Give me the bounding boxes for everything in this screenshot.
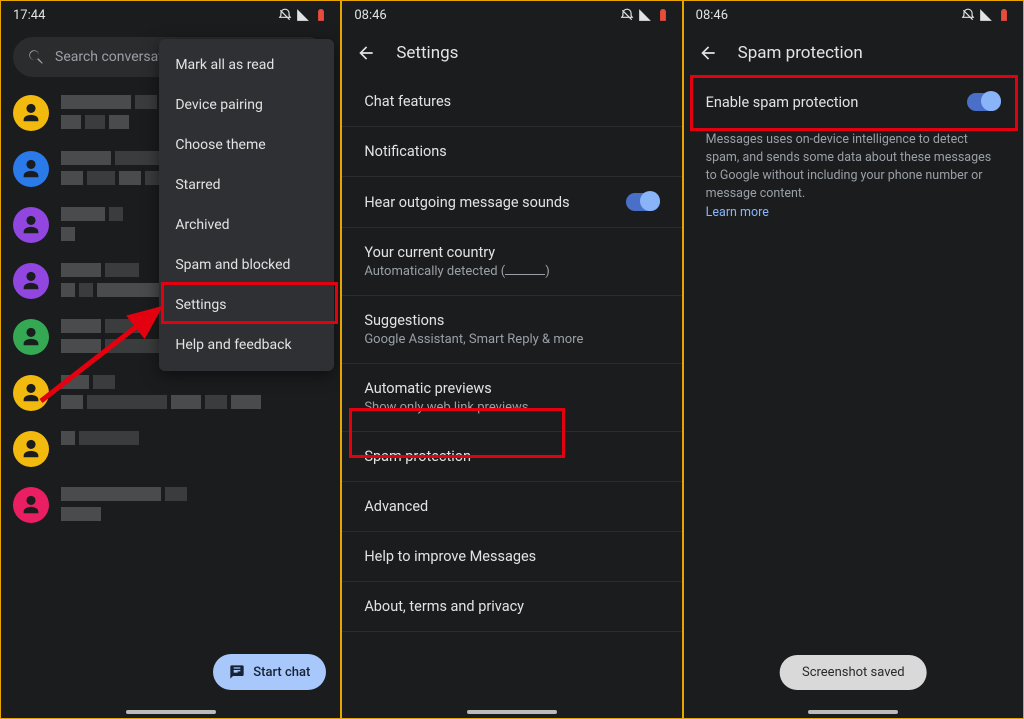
- redacted-content: [61, 431, 328, 451]
- menu-help-feedback[interactable]: Help and feedback: [159, 325, 334, 365]
- row-suggestions[interactable]: Suggestions Google Assistant, Smart Repl…: [342, 296, 681, 364]
- redacted-content: [61, 375, 328, 409]
- toggle-hear-sounds[interactable]: [626, 193, 660, 211]
- app-bar: Settings: [342, 29, 681, 77]
- back-icon[interactable]: [356, 43, 376, 63]
- nav-gesture-pill[interactable]: [467, 710, 557, 714]
- menu-mark-all-read[interactable]: Mark all as read: [159, 45, 334, 85]
- avatar: [13, 487, 49, 523]
- fab-label: Start chat: [253, 665, 310, 680]
- row-country[interactable]: Your current country Automatically detec…: [342, 228, 681, 296]
- back-icon[interactable]: [698, 43, 718, 63]
- row-auto-previews[interactable]: Automatic previews Show only web link pr…: [342, 364, 681, 432]
- toast-screenshot-saved: Screenshot saved: [780, 655, 927, 690]
- status-bar: 08:46: [342, 1, 681, 29]
- start-chat-fab[interactable]: Start chat: [213, 654, 326, 690]
- status-time: 08:46: [696, 8, 728, 23]
- status-bar: 08:46: [684, 1, 1023, 29]
- panel-conversations: 17:44 Search conversat Mark all as read …: [0, 0, 341, 719]
- menu-choose-theme[interactable]: Choose theme: [159, 125, 334, 165]
- nav-gesture-pill[interactable]: [126, 710, 216, 714]
- signal-icon: [638, 8, 652, 22]
- avatar: [13, 263, 49, 299]
- nav-gesture-pill[interactable]: [808, 710, 898, 714]
- avatar: [13, 151, 49, 187]
- row-label: Chat features: [364, 93, 451, 110]
- row-label: Help to improve Messages: [364, 548, 536, 565]
- row-label: Advanced: [364, 498, 428, 515]
- status-time: 17:44: [13, 8, 45, 23]
- spam-description: Messages uses on-device intelligence to …: [684, 127, 1023, 226]
- row-label: Notifications: [364, 143, 446, 160]
- panel-settings: 08:46 Settings Chat features Notificatio…: [341, 0, 682, 719]
- row-label: Spam protection: [364, 448, 471, 465]
- row-spam-protection[interactable]: Spam protection: [342, 432, 681, 482]
- row-about[interactable]: About, terms and privacy: [342, 582, 681, 632]
- chat-icon: [229, 664, 245, 680]
- conversation-row[interactable]: [13, 421, 328, 477]
- row-label: Enable spam protection: [706, 94, 859, 111]
- row-sub: Show only web link previews: [364, 400, 528, 415]
- battery-icon: [997, 8, 1011, 22]
- avatar: [13, 319, 49, 355]
- row-help-improve[interactable]: Help to improve Messages: [342, 532, 681, 582]
- menu-starred[interactable]: Starred: [159, 165, 334, 205]
- row-label: Automatic previews: [364, 380, 491, 397]
- dnd-icon: [278, 8, 292, 22]
- status-bar: 17:44: [1, 1, 340, 29]
- avatar: [13, 95, 49, 131]
- row-label: Hear outgoing message sounds: [364, 194, 569, 211]
- row-advanced[interactable]: Advanced: [342, 482, 681, 532]
- toggle-enable-spam[interactable]: [967, 93, 1001, 111]
- battery-icon: [314, 8, 328, 22]
- avatar: [13, 431, 49, 467]
- desc-body: Messages uses on-device intelligence to …: [706, 132, 992, 201]
- menu-spam-blocked[interactable]: Spam and blocked: [159, 245, 334, 285]
- row-chat-features[interactable]: Chat features: [342, 77, 681, 127]
- row-label: Suggestions: [364, 312, 444, 329]
- battery-icon: [656, 8, 670, 22]
- settings-list: Chat features Notifications Hear outgoin…: [342, 77, 681, 632]
- signal-icon: [979, 8, 993, 22]
- row-label: Your current country: [364, 244, 495, 261]
- row-hear-sounds[interactable]: Hear outgoing message sounds: [342, 177, 681, 228]
- status-time: 08:46: [354, 8, 386, 23]
- app-bar: Spam protection: [684, 29, 1023, 77]
- status-icons: [961, 8, 1011, 22]
- app-bar-title: Spam protection: [738, 43, 863, 63]
- dnd-icon: [620, 8, 634, 22]
- app-bar-title: Settings: [396, 43, 458, 63]
- conversation-row[interactable]: [13, 477, 328, 533]
- row-notifications[interactable]: Notifications: [342, 127, 681, 177]
- toast-label: Screenshot saved: [802, 665, 905, 680]
- row-sub: Automatically detected (): [364, 264, 549, 279]
- menu-device-pairing[interactable]: Device pairing: [159, 85, 334, 125]
- search-icon: [27, 48, 45, 66]
- redacted-content: [61, 487, 328, 521]
- dnd-icon: [961, 8, 975, 22]
- row-enable-spam[interactable]: Enable spam protection: [684, 77, 1023, 127]
- menu-archived[interactable]: Archived: [159, 205, 334, 245]
- conversation-row[interactable]: [13, 365, 328, 421]
- panel-spam-protection: 08:46 Spam protection Enable spam protec…: [683, 0, 1024, 719]
- status-icons: [620, 8, 670, 22]
- row-label: About, terms and privacy: [364, 598, 524, 615]
- avatar: [13, 375, 49, 411]
- search-placeholder: Search conversat: [55, 49, 163, 65]
- signal-icon: [296, 8, 310, 22]
- row-sub: Google Assistant, Smart Reply & more: [364, 332, 583, 347]
- learn-more-link[interactable]: Learn more: [706, 205, 769, 220]
- avatar: [13, 207, 49, 243]
- menu-settings[interactable]: Settings: [159, 285, 334, 325]
- status-icons: [278, 8, 328, 22]
- overflow-menu: Mark all as read Device pairing Choose t…: [159, 39, 334, 371]
